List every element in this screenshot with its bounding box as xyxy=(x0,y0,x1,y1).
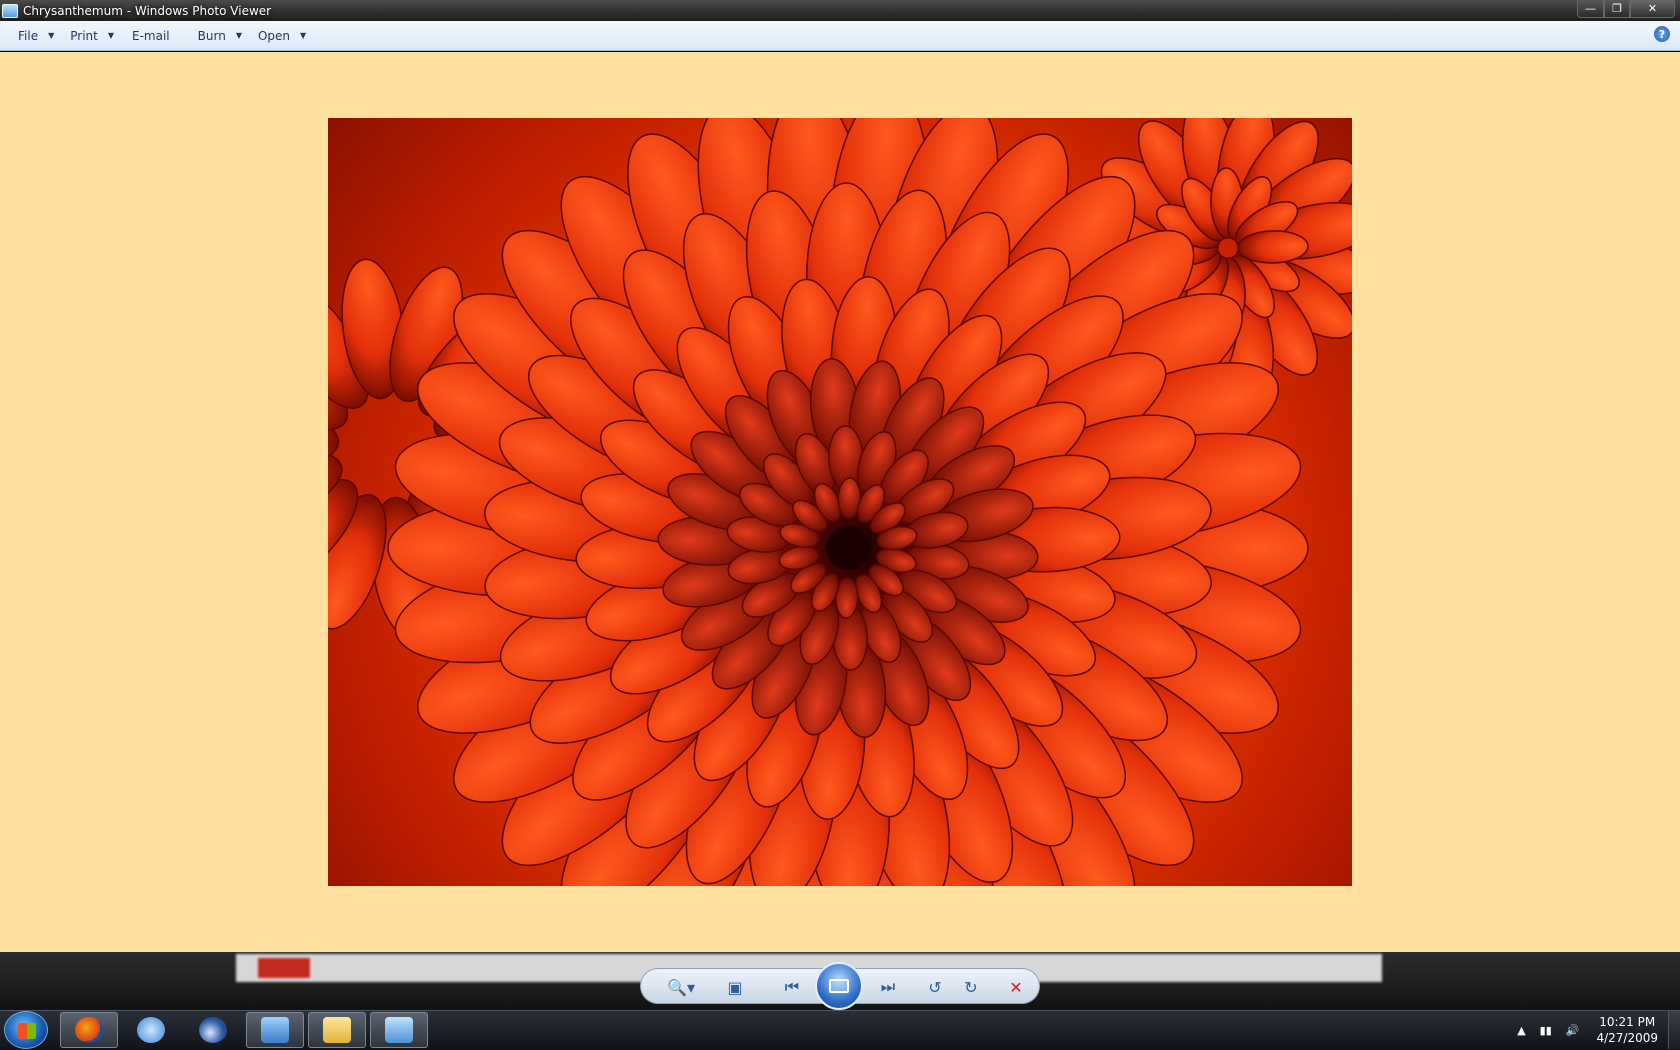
chevron-down-icon: ▼ xyxy=(235,31,242,40)
taskbar-itunes[interactable] xyxy=(122,1012,180,1048)
chevron-down-icon: ▼ xyxy=(48,31,55,40)
rotate-counterclockwise-icon[interactable]: ↺ xyxy=(924,976,946,998)
slideshow-icon xyxy=(829,979,849,993)
photo-viewer-area xyxy=(0,52,1680,952)
show-hidden-icons-icon[interactable]: ▲ xyxy=(1517,1024,1525,1037)
show-desktop-button[interactable] xyxy=(1668,1011,1680,1049)
clock-time: 10:21 PM xyxy=(1599,1015,1656,1029)
system-tray: ▲ ▮▮ 🔊 10:21 PM 4/27/2009 xyxy=(1510,1011,1680,1049)
restore-icon[interactable]: ❐ xyxy=(1604,0,1630,18)
fit-window-icon[interactable]: ▣ xyxy=(724,976,746,998)
menu-email-label: E-mail xyxy=(132,28,170,43)
folder-icon xyxy=(323,1017,351,1043)
network-icon[interactable]: ▮▮ xyxy=(1540,1024,1552,1037)
delete-icon[interactable]: ✕ xyxy=(1004,976,1028,998)
previous-icon[interactable]: ⏮ xyxy=(780,976,804,998)
thunderbird-icon xyxy=(199,1017,227,1043)
photo-viewer-app-icon[interactable] xyxy=(2,3,18,18)
taskbar-photo-viewer[interactable] xyxy=(370,1012,428,1048)
next-icon[interactable]: ⏭ xyxy=(876,976,900,998)
volume-icon[interactable]: 🔊 xyxy=(1566,1024,1580,1037)
photo-viewer-icon xyxy=(385,1017,413,1043)
chevron-down-icon: ▼ xyxy=(300,31,307,40)
taskbar-firefox[interactable] xyxy=(60,1012,118,1048)
chrysanthemum-photo[interactable] xyxy=(328,118,1352,886)
itunes-icon xyxy=(137,1017,165,1043)
magnifier-icon[interactable]: 🔍▾ xyxy=(664,976,698,998)
chevron-down-icon: ▼ xyxy=(107,31,115,40)
control-panel-icon xyxy=(261,1017,289,1043)
taskbar-control-panel[interactable] xyxy=(246,1012,304,1048)
title-bar: Chrysanthemum - Windows Photo Viewer — ❐… xyxy=(0,0,1680,21)
taskbar-explorer[interactable] xyxy=(308,1012,366,1048)
close-icon[interactable]: ✕ xyxy=(1630,0,1675,18)
thumbnail xyxy=(258,958,310,978)
menu-file-label: File xyxy=(18,28,39,43)
menu-print[interactable]: Print ▼ xyxy=(64,25,120,47)
help-icon[interactable]: ? xyxy=(1654,26,1670,42)
rotate-clockwise-icon[interactable]: ↻ xyxy=(960,976,982,998)
menu-file[interactable]: File ▼ xyxy=(12,25,60,47)
menu-print-label: Print xyxy=(70,28,98,43)
menu-email[interactable]: E-mail xyxy=(126,25,176,47)
menu-open[interactable]: Open ▼ xyxy=(252,25,312,47)
window-controls: — ❐ ✕ xyxy=(1577,0,1675,18)
taskbar-thunderbird[interactable] xyxy=(184,1012,242,1048)
flower-image xyxy=(328,118,1352,886)
windows-start-icon[interactable] xyxy=(4,1011,48,1049)
clock-date: 4/27/2009 xyxy=(1596,1031,1658,1045)
menu-burn[interactable]: Burn ▼ xyxy=(192,25,248,47)
window-title: Chrysanthemum - Windows Photo Viewer xyxy=(23,3,272,18)
menu-open-label: Open xyxy=(257,28,291,43)
clock[interactable]: 10:21 PM 4/27/2009 xyxy=(1596,1014,1658,1046)
firefox-icon xyxy=(75,1017,103,1043)
command-bar: File ▼ Print ▼ E-mail Burn ▼ Open ▼ ? xyxy=(0,21,1680,51)
menu-burn-label: Burn xyxy=(197,28,226,43)
minimize-icon[interactable]: — xyxy=(1577,0,1604,18)
slideshow-button[interactable] xyxy=(815,962,863,1010)
